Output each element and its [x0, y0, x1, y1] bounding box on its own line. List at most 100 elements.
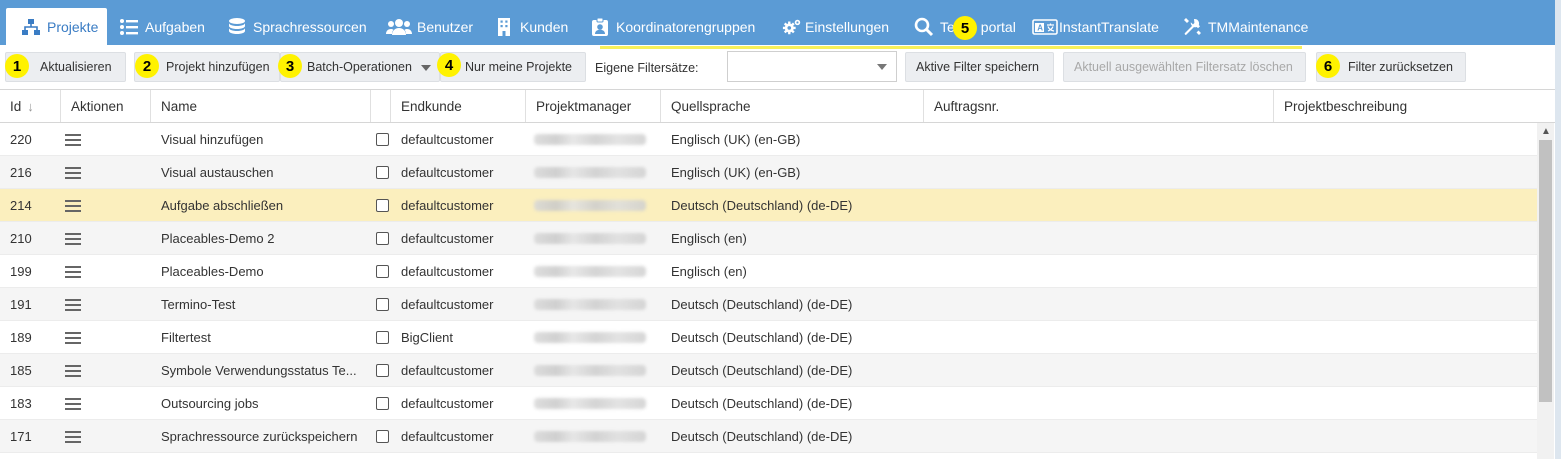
row-checkbox[interactable] [376, 298, 389, 311]
row-checkbox[interactable] [376, 199, 389, 212]
cell-id: 210 [10, 231, 32, 246]
table-row[interactable]: 185 Symbole Verwendungsstatus Te... defaul… [0, 354, 1537, 387]
tab-kunden[interactable]: Kunden [493, 8, 568, 45]
table-row[interactable]: 189 Filtertest BigClient Deutsch (Deutschla… [0, 321, 1537, 354]
filterset-combobox[interactable] [727, 51, 897, 82]
tab-label: Koordinatorengruppen [616, 18, 756, 35]
tab-tmmaintenance[interactable]: TMMaintenance [1181, 8, 1308, 45]
my-projects-button[interactable]: Nur meine Projekte [440, 52, 586, 82]
cell-name: Sprachressource zurückspeichern [161, 429, 358, 444]
window-edge [1555, 0, 1561, 459]
cell-customer: defaultcustomer [401, 198, 494, 213]
cell-customer: BigClient [401, 330, 454, 345]
cell-id: 199 [10, 264, 32, 279]
tab-koordinatorengruppen[interactable]: Koordinatorengruppen [589, 8, 755, 45]
reset-filter-label: Filter zurücksetzen [1348, 60, 1453, 74]
hamburger-menu-icon[interactable] [65, 134, 81, 146]
column-header-projektbeschreibung[interactable]: Projektbeschreibung [1274, 90, 1555, 122]
tab-label: Aufgaben [145, 18, 205, 35]
tab-label: Kunden [520, 18, 569, 35]
blurred-project-manager [534, 266, 646, 277]
hamburger-menu-icon[interactable] [65, 299, 81, 311]
callout-badge-5: 5 [953, 16, 977, 40]
main-navigation: Projekte Aufgaben Sprachressourcen Benut… [0, 0, 1561, 45]
list-icon [118, 16, 140, 38]
sitemap-icon [20, 16, 42, 38]
vertical-scrollbar[interactable]: ▲ [1537, 123, 1554, 459]
table-row[interactable]: 171 Sprachressource zurückspeichern defaul… [0, 420, 1537, 453]
row-checkbox[interactable] [376, 133, 389, 146]
callout-badge-3: 3 [278, 54, 302, 78]
tab-einstellungen[interactable]: Einstellungen [781, 8, 889, 45]
save-filter-label: Aktive Filter speichern [916, 60, 1039, 74]
sort-down-icon[interactable]: ↓ [27, 99, 34, 114]
translate-icon: A [1032, 16, 1058, 38]
blurred-project-manager [534, 431, 646, 442]
row-checkbox[interactable] [376, 166, 389, 179]
hamburger-menu-icon[interactable] [65, 266, 81, 278]
hamburger-menu-icon[interactable] [65, 365, 81, 377]
tab-projekte[interactable]: Projekte [6, 8, 108, 45]
row-checkbox[interactable] [376, 232, 389, 245]
column-header-quellsprache[interactable]: Quellsprache [661, 90, 924, 122]
cell-customer: defaultcustomer [401, 231, 494, 246]
scroll-up-icon[interactable]: ▲ [1541, 126, 1551, 137]
tab-label: Sprachressourcen [253, 18, 367, 35]
tab-sprachressourcen[interactable]: Sprachressourcen [226, 8, 367, 45]
row-checkbox[interactable] [376, 397, 389, 410]
table-row[interactable]: 210 Placeables-Demo 2 defaultcustomer Engli… [0, 222, 1537, 255]
table-row[interactable]: 220 Visual hinzufügen defaultcustomer Engli… [0, 123, 1537, 156]
scrollbar-thumb[interactable] [1539, 140, 1552, 402]
gears-icon [781, 16, 803, 38]
column-header-aktionen[interactable]: Aktionen [61, 90, 151, 122]
tab-label: Benutzer [417, 18, 474, 35]
hamburger-menu-icon[interactable] [65, 233, 81, 245]
batch-operations-button[interactable]: Batch-Operationen [280, 52, 440, 82]
table-row[interactable]: 214 Aufgabe abschließen defaultcustomer Deu… [0, 189, 1537, 222]
blurred-project-manager [534, 299, 646, 310]
column-header-id[interactable]: Id ↓ [0, 90, 61, 122]
tab-label: TMMaintenance [1208, 18, 1309, 35]
refresh-label: Aktualisieren [40, 60, 112, 74]
column-header-endkunde[interactable]: Endkunde [391, 90, 526, 122]
cell-name: Placeables-Demo 2 [161, 231, 275, 246]
tab-benutzer[interactable]: Benutzer [386, 8, 473, 45]
hamburger-menu-icon[interactable] [65, 200, 81, 212]
table-row[interactable]: 183 Outsourcing jobs defaultcustomer Deutsc… [0, 387, 1537, 420]
column-header-projektmanager[interactable]: Projektmanager [526, 90, 661, 122]
cell-source-language: Deutsch (Deutschland) (de-DE) [671, 297, 853, 312]
column-header-checkbox[interactable] [371, 90, 391, 122]
row-checkbox[interactable] [376, 265, 389, 278]
blurred-project-manager [534, 233, 646, 244]
table-row[interactable]: 216 Visual austauschen defaultcustomer Engl… [0, 156, 1537, 189]
hamburger-menu-icon[interactable] [65, 167, 81, 179]
cell-customer: defaultcustomer [401, 264, 494, 279]
chevron-down-icon[interactable] [421, 65, 431, 71]
column-header-name[interactable]: Name [151, 90, 371, 122]
tools-icon [1181, 16, 1203, 38]
hamburger-menu-icon[interactable] [65, 398, 81, 410]
cell-source-language: Deutsch (Deutschland) (de-DE) [671, 363, 853, 378]
chevron-down-icon[interactable] [877, 64, 887, 70]
row-checkbox[interactable] [376, 430, 389, 443]
table-row[interactable]: 199 Placeables-Demo defaultcustomer Englisc… [0, 255, 1537, 288]
delete-filterset-button[interactable]: Aktuell ausgewählten Filtersatz löschen [1063, 52, 1306, 82]
database-icon [226, 16, 248, 38]
row-checkbox[interactable] [376, 331, 389, 344]
hamburger-menu-icon[interactable] [65, 332, 81, 344]
cell-name: Termino-Test [161, 297, 236, 312]
cell-customer: defaultcustomer [401, 396, 494, 411]
delete-filterset-label: Aktuell ausgewählten Filtersatz löschen [1074, 60, 1293, 74]
cell-name: Visual hinzufügen [161, 132, 264, 147]
building-icon [493, 16, 515, 38]
cell-source-language: Englisch (UK) (en-GB) [671, 132, 801, 147]
table-row[interactable]: 191 Termino-Test defaultcustomer Deutsch (D… [0, 288, 1537, 321]
hamburger-menu-icon[interactable] [65, 431, 81, 443]
tab-label-suffix: portal [980, 18, 1016, 35]
save-filter-button[interactable]: Aktive Filter speichern [905, 52, 1054, 82]
tab-instanttranslate[interactable]: A InstantTranslate [1032, 8, 1159, 45]
column-header-auftragsnr[interactable]: Auftragsnr. [924, 90, 1274, 122]
tab-aufgaben[interactable]: Aufgaben [118, 8, 205, 45]
row-checkbox[interactable] [376, 364, 389, 377]
tab-label: Projekte [47, 18, 99, 35]
